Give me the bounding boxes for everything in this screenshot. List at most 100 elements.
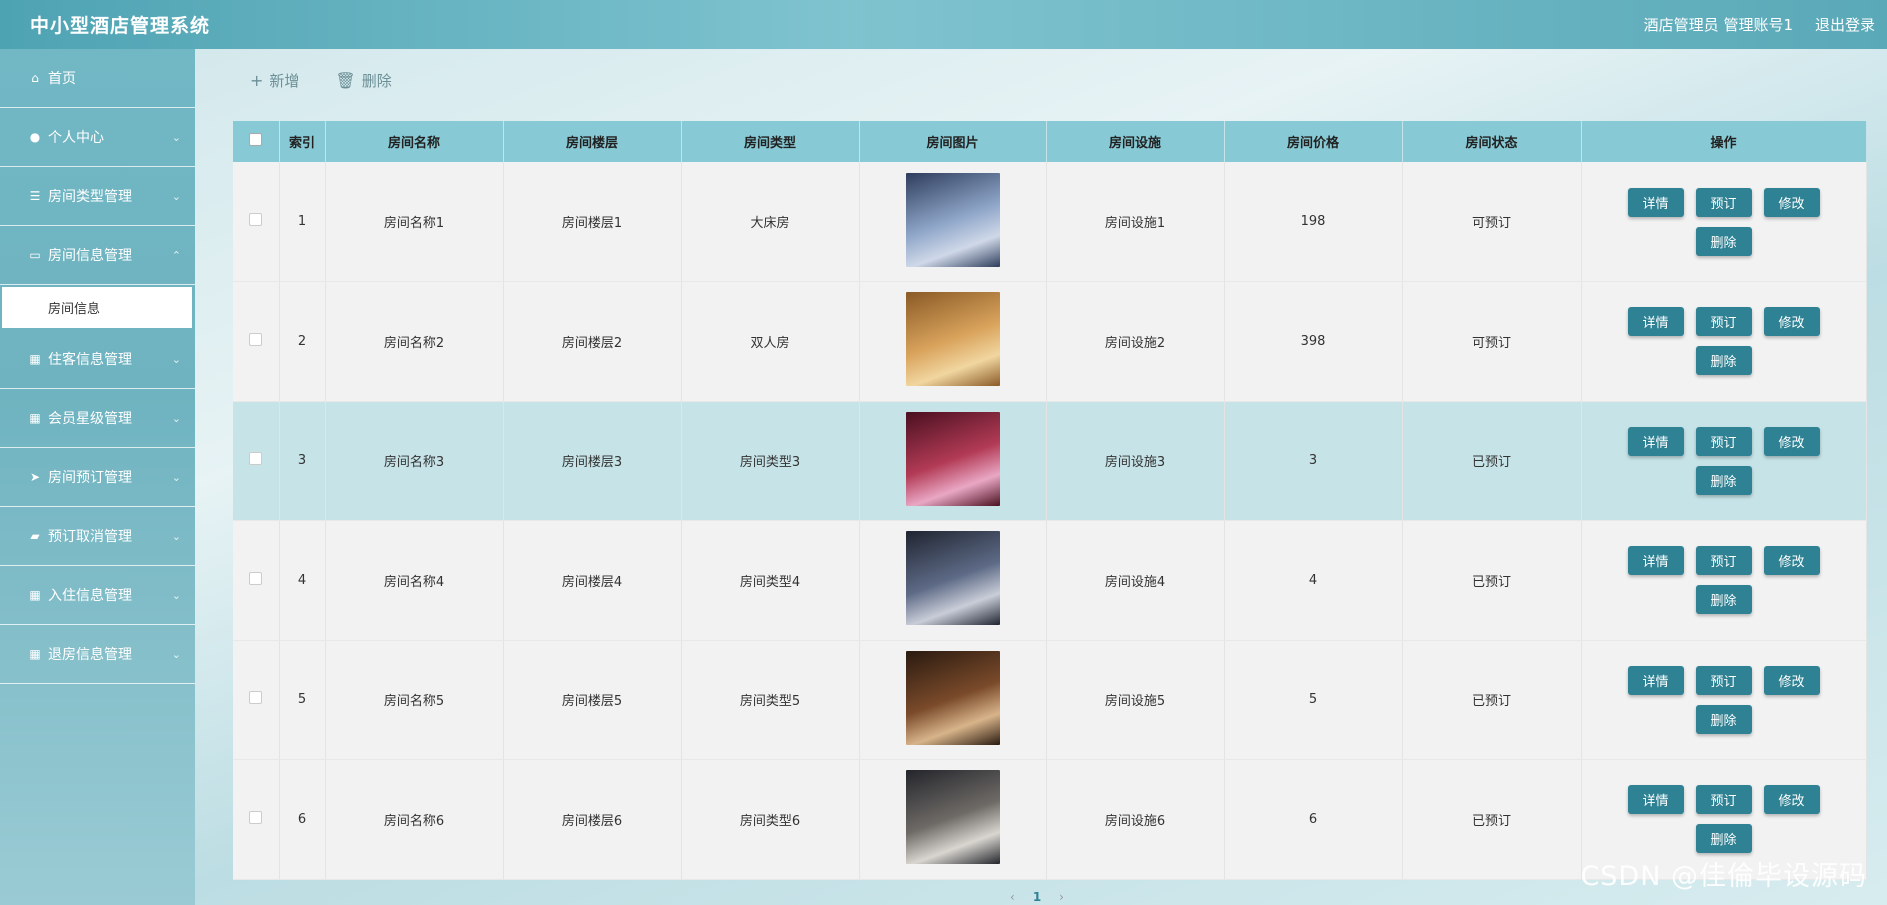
edit-button[interactable]: 修改 (1763, 307, 1820, 337)
prev-page-button[interactable]: ‹ (1010, 890, 1015, 904)
add-button[interactable]: + 新增 (250, 70, 299, 91)
book-button[interactable]: 预订 (1695, 546, 1752, 576)
row-index: 6 (279, 759, 326, 880)
detail-button[interactable]: 详情 (1627, 665, 1684, 695)
column-header: 房间状态 (1402, 121, 1582, 162)
room-image[interactable] (905, 531, 1000, 626)
detail-button[interactable]: 详情 (1627, 546, 1684, 576)
row-select-cell (233, 640, 280, 760)
book-button[interactable]: 预订 (1695, 307, 1752, 337)
sidebar-item-member-level[interactable]: ▦ 会员星级管理 ⌄ (0, 389, 195, 448)
current-page-button[interactable]: 1 (1033, 890, 1041, 904)
add-button-label: 新增 (269, 72, 300, 90)
batch-delete-button[interactable]: 🗑 删除 (335, 70, 391, 91)
delete-button[interactable]: 删除 (1695, 585, 1752, 615)
sidebar-item-cancel-booking[interactable]: ▰ 预订取消管理 ⌄ (0, 507, 195, 566)
grid-icon: ▦ (29, 352, 41, 366)
room-name: 房间名称5 (325, 640, 504, 760)
room-image-cell (859, 520, 1047, 641)
room-type: 房间类型4 (681, 520, 860, 641)
detail-button[interactable]: 详情 (1627, 785, 1684, 815)
sidebar-item-booking[interactable]: ➤ 房间预订管理 ⌄ (0, 448, 195, 507)
row-checkbox[interactable] (249, 452, 263, 466)
delete-button[interactable]: 删除 (1695, 465, 1752, 495)
edit-button[interactable]: 修改 (1763, 665, 1820, 695)
book-button[interactable]: 预订 (1695, 187, 1752, 217)
detail-button[interactable]: 详情 (1627, 307, 1684, 337)
room-image[interactable] (905, 650, 1000, 745)
room-status: 可预订 (1402, 162, 1582, 282)
row-actions: 详情 预订 修改 删除 (1581, 281, 1867, 402)
book-button[interactable]: 预订 (1695, 665, 1752, 695)
detail-button[interactable]: 详情 (1627, 426, 1684, 456)
sidebar-item-checkin[interactable]: ▦ 入住信息管理 ⌄ (0, 566, 195, 625)
room-facility: 房间设施1 (1046, 162, 1225, 282)
sidebar-item-checkout[interactable]: ▦ 退房信息管理 ⌄ (0, 625, 195, 684)
sidebar-subitem-room-info[interactable]: 房间信息 (2, 287, 192, 328)
column-header: 房间价格 (1224, 121, 1403, 162)
edit-button[interactable]: 修改 (1763, 426, 1820, 456)
room-floor: 房间楼层2 (503, 281, 682, 402)
book-button[interactable]: 预订 (1695, 426, 1752, 456)
chevron-down-icon: ⌄ (171, 411, 181, 425)
sidebar-item-room-type[interactable]: ☰ 房间类型管理 ⌄ (0, 167, 195, 226)
row-checkbox[interactable] (249, 332, 263, 346)
room-image[interactable] (905, 770, 1000, 865)
sidebar-item-personal-center[interactable]: ● 个人中心 ⌄ (0, 108, 195, 167)
room-facility: 房间设施4 (1046, 520, 1225, 641)
room-floor: 房间楼层4 (503, 520, 682, 641)
next-page-button[interactable]: › (1059, 890, 1064, 904)
sidebar-item-home[interactable]: ⌂ 首页 (0, 49, 195, 108)
select-all-checkbox[interactable] (249, 133, 263, 146)
batch-delete-label: 删除 (361, 72, 392, 90)
trash-icon: 🗑 (335, 71, 356, 90)
sidebar-item-label: 预订取消管理 (48, 529, 132, 545)
room-price: 198 (1224, 162, 1403, 282)
current-user-label: 酒店管理员 管理账号1 (1643, 16, 1793, 34)
room-price: 3 (1224, 401, 1403, 521)
room-facility: 房间设施5 (1046, 640, 1225, 760)
send-icon: ➤ (29, 470, 41, 484)
table-row[interactable]: 5 房间名称5 房间楼层5 房间类型5 房间设施5 5 已预订 详情 预订 修改 删除 (233, 640, 1867, 760)
logout-link[interactable]: 退出登录 (1815, 14, 1875, 35)
edit-button[interactable]: 修改 (1763, 187, 1820, 217)
pagination: ‹ 1 › (1010, 890, 1064, 904)
edit-button[interactable]: 修改 (1763, 546, 1820, 576)
edit-button[interactable]: 修改 (1763, 785, 1820, 815)
row-index: 5 (279, 640, 326, 760)
table-row[interactable]: 4 房间名称4 房间楼层4 房间类型4 房间设施4 4 已预订 详情 预订 修改 删除 (233, 520, 1867, 641)
sidebar-item-label: 住客信息管理 (48, 352, 132, 368)
sidebar-item-label: 个人中心 (48, 130, 104, 146)
book-button[interactable]: 预订 (1695, 785, 1752, 815)
room-type: 房间类型6 (681, 759, 860, 880)
row-index: 4 (279, 520, 326, 641)
room-image[interactable] (905, 411, 1000, 506)
table-row[interactable]: 1 房间名称1 房间楼层1 大床房 房间设施1 198 可预订 详情 预订 修改 删除 (233, 162, 1867, 282)
row-checkbox[interactable] (249, 213, 263, 226)
chevron-down-icon: ⌄ (171, 529, 181, 543)
delete-button[interactable]: 删除 (1695, 346, 1752, 376)
delete-button[interactable]: 删除 (1695, 824, 1752, 854)
room-facility: 房间设施2 (1046, 281, 1225, 402)
row-checkbox[interactable] (249, 691, 263, 705)
column-header: 索引 (279, 121, 326, 162)
room-image[interactable] (905, 292, 1000, 387)
table-row[interactable]: 2 房间名称2 房间楼层2 双人房 房间设施2 398 可预订 详情 预订 修改 删除 (233, 281, 1867, 402)
delete-button[interactable]: 删除 (1695, 704, 1752, 734)
row-checkbox[interactable] (249, 571, 263, 585)
row-checkbox[interactable] (249, 810, 263, 824)
room-floor: 房间楼层5 (503, 640, 682, 760)
sidebar-item-guest-info[interactable]: ▦ 住客信息管理 ⌄ (0, 330, 195, 389)
detail-button[interactable]: 详情 (1627, 187, 1684, 217)
user-icon: ● (29, 130, 41, 144)
room-facility: 房间设施3 (1046, 401, 1225, 521)
delete-button[interactable]: 删除 (1695, 226, 1752, 256)
room-price: 6 (1224, 759, 1403, 880)
chevron-down-icon: ⌄ (171, 189, 181, 203)
sidebar-item-room-info[interactable]: ▭ 房间信息管理 ⌃ (0, 226, 195, 285)
room-type: 双人房 (681, 281, 860, 402)
room-type: 大床房 (681, 162, 860, 282)
room-status: 可预订 (1402, 281, 1582, 402)
room-image[interactable] (905, 172, 1000, 267)
table-row[interactable]: 3 房间名称3 房间楼层3 房间类型3 房间设施3 3 已预订 详情 预订 修改 删除 (233, 401, 1867, 521)
